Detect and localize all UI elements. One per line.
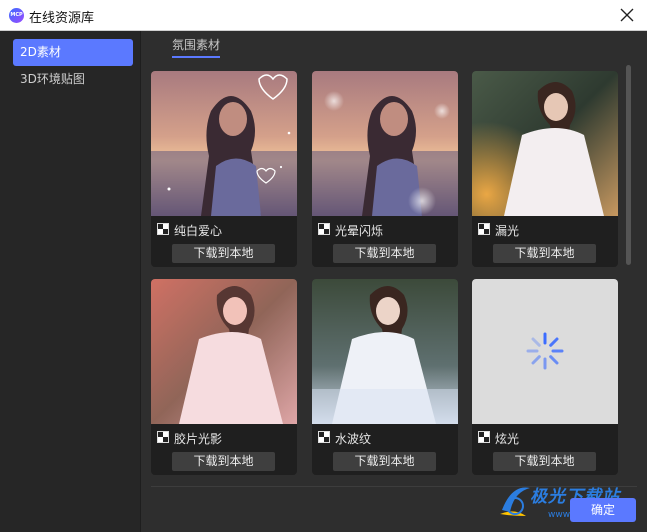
card-title: 炫光 bbox=[495, 432, 520, 446]
download-button[interactable]: 下载到本地 bbox=[493, 244, 596, 263]
thumbnail-glow bbox=[312, 71, 458, 216]
loading-spinner-icon bbox=[526, 332, 564, 370]
close-icon bbox=[620, 8, 634, 22]
close-button[interactable] bbox=[617, 5, 637, 25]
window-title: 在线资源库 bbox=[29, 11, 95, 26]
app-logo-icon: MCP bbox=[9, 8, 24, 23]
card-label-row: 胶片光影 bbox=[157, 430, 293, 446]
card-label-row: 光晕闪烁 bbox=[318, 222, 454, 238]
card-title: 漏光 bbox=[495, 224, 520, 238]
transparency-icon bbox=[478, 223, 490, 235]
transparency-icon bbox=[318, 223, 330, 235]
asset-card[interactable]: 漏光 下载到本地 bbox=[472, 71, 618, 267]
thumbnail-hearts bbox=[151, 71, 297, 216]
card-title: 光晕闪烁 bbox=[335, 224, 384, 238]
sidebar-item-2d[interactable]: 2D素材 bbox=[13, 39, 133, 66]
sidebar-item-3d[interactable]: 3D环境贴图 bbox=[13, 66, 133, 93]
download-button[interactable]: 下载到本地 bbox=[172, 244, 275, 263]
title-bar: MCP 在线资源库 bbox=[0, 0, 647, 31]
card-title: 胶片光影 bbox=[174, 432, 223, 446]
card-title: 纯白爱心 bbox=[174, 224, 223, 238]
asset-card[interactable]: 水波纹 下载到本地 bbox=[312, 279, 458, 475]
transparency-icon bbox=[478, 431, 490, 443]
card-label-row: 炫光 bbox=[478, 430, 614, 446]
thumbnail-film bbox=[151, 279, 297, 424]
sidebar: 2D素材 3D环境贴图 bbox=[0, 31, 141, 532]
thumbnail-leak bbox=[472, 71, 618, 216]
card-label-row: 纯白爱心 bbox=[157, 222, 293, 238]
transparency-icon bbox=[157, 431, 169, 443]
ok-button[interactable]: 确定 bbox=[570, 498, 636, 522]
transparency-icon bbox=[318, 431, 330, 443]
download-button[interactable]: 下载到本地 bbox=[172, 452, 275, 471]
asset-card[interactable]: 胶片光影 下载到本地 bbox=[151, 279, 297, 475]
asset-card[interactable]: 纯白爱心 下载到本地 bbox=[151, 71, 297, 267]
asset-card[interactable]: 炫光 下载到本地 bbox=[472, 279, 618, 475]
transparency-icon bbox=[157, 223, 169, 235]
download-button[interactable]: 下载到本地 bbox=[333, 452, 436, 471]
watermark-logo-icon bbox=[500, 487, 530, 516]
main-panel: 氛围素材 纯白爱心 下载到本地 光晕闪烁 下载到本地 漏光 下载到本地 胶片光影… bbox=[141, 31, 647, 532]
thumbnail-ripple bbox=[312, 279, 458, 424]
thumbnail-loading bbox=[472, 279, 618, 424]
card-title: 水波纹 bbox=[335, 432, 372, 446]
asset-card[interactable]: 光晕闪烁 下载到本地 bbox=[312, 71, 458, 267]
card-label-row: 水波纹 bbox=[318, 430, 454, 446]
download-button[interactable]: 下载到本地 bbox=[493, 452, 596, 471]
tab-atmosphere[interactable]: 氛围素材 bbox=[172, 36, 221, 58]
download-button[interactable]: 下载到本地 bbox=[333, 244, 436, 263]
scrollbar[interactable] bbox=[626, 65, 631, 265]
card-label-row: 漏光 bbox=[478, 222, 614, 238]
